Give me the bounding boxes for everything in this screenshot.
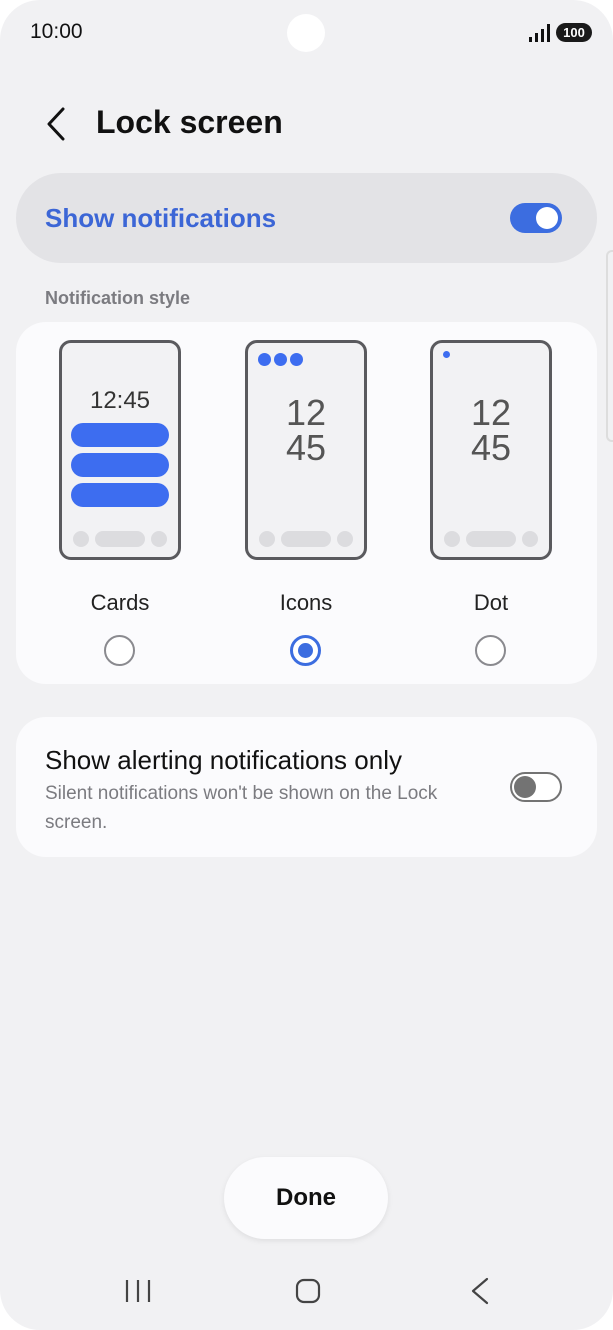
notification-card [71, 483, 169, 507]
style-option-dot[interactable]: 12 45 Dot [430, 340, 554, 680]
alerting-only-toggle[interactable] [510, 772, 562, 802]
home-icon[interactable] [294, 1277, 322, 1305]
dot-radio[interactable] [475, 635, 506, 666]
icons-preview: 12 45 [245, 340, 367, 560]
battery-icon: 100 [556, 23, 592, 42]
signal-icon [529, 24, 550, 42]
style-option-label: Cards [90, 590, 150, 615]
preview-clock: 12:45 [89, 387, 151, 414]
status-time: 10:00 [30, 20, 83, 43]
recents-icon[interactable] [124, 1277, 152, 1305]
show-notifications-label: Show notifications [45, 203, 277, 233]
style-option-icons[interactable]: 12 45 Icons [245, 340, 369, 680]
icons-radio[interactable] [290, 635, 321, 666]
camera-cutout [287, 14, 325, 52]
screen: 10:00 100 Lock screen Show notifications… [0, 0, 613, 1330]
app-icon-dot [258, 353, 271, 366]
done-button[interactable]: Done [224, 1157, 388, 1239]
alerting-only-description: Silent notifications won't be shown on t… [45, 783, 438, 833]
preview-clock: 12 45 [470, 392, 512, 468]
preview-dock [433, 531, 549, 547]
preview-dock [62, 531, 178, 547]
show-notifications-row[interactable]: Show notifications [16, 173, 597, 263]
notification-style-heading: Notification style [45, 288, 191, 308]
style-option-cards[interactable]: 12:45 Cards [59, 340, 183, 680]
app-icon-dot [290, 353, 303, 366]
preview-dock [248, 531, 364, 547]
back-button[interactable] [38, 104, 74, 144]
notification-card [71, 453, 169, 477]
cards-radio[interactable] [104, 635, 135, 666]
preview-clock: 12 45 [285, 392, 327, 468]
style-option-label: Dot [473, 590, 509, 615]
chevron-left-icon [47, 107, 65, 141]
page-title: Lock screen [96, 104, 283, 140]
notification-style-card: 12:45 Cards 12 45 Icons 12 45 Dot [16, 322, 597, 684]
show-notifications-toggle[interactable] [510, 203, 562, 233]
style-option-label: Icons [279, 590, 333, 615]
alerting-only-title: Show alerting notifications only [45, 745, 402, 775]
app-icon-dot [274, 353, 287, 366]
back-icon[interactable] [467, 1276, 493, 1306]
scrollbar[interactable] [606, 250, 613, 442]
notification-dot [443, 351, 450, 358]
dot-preview: 12 45 [430, 340, 552, 560]
notification-card [71, 423, 169, 447]
alerting-only-row[interactable]: Show alerting notifications only Silent … [16, 717, 597, 857]
cards-preview: 12:45 [59, 340, 181, 560]
